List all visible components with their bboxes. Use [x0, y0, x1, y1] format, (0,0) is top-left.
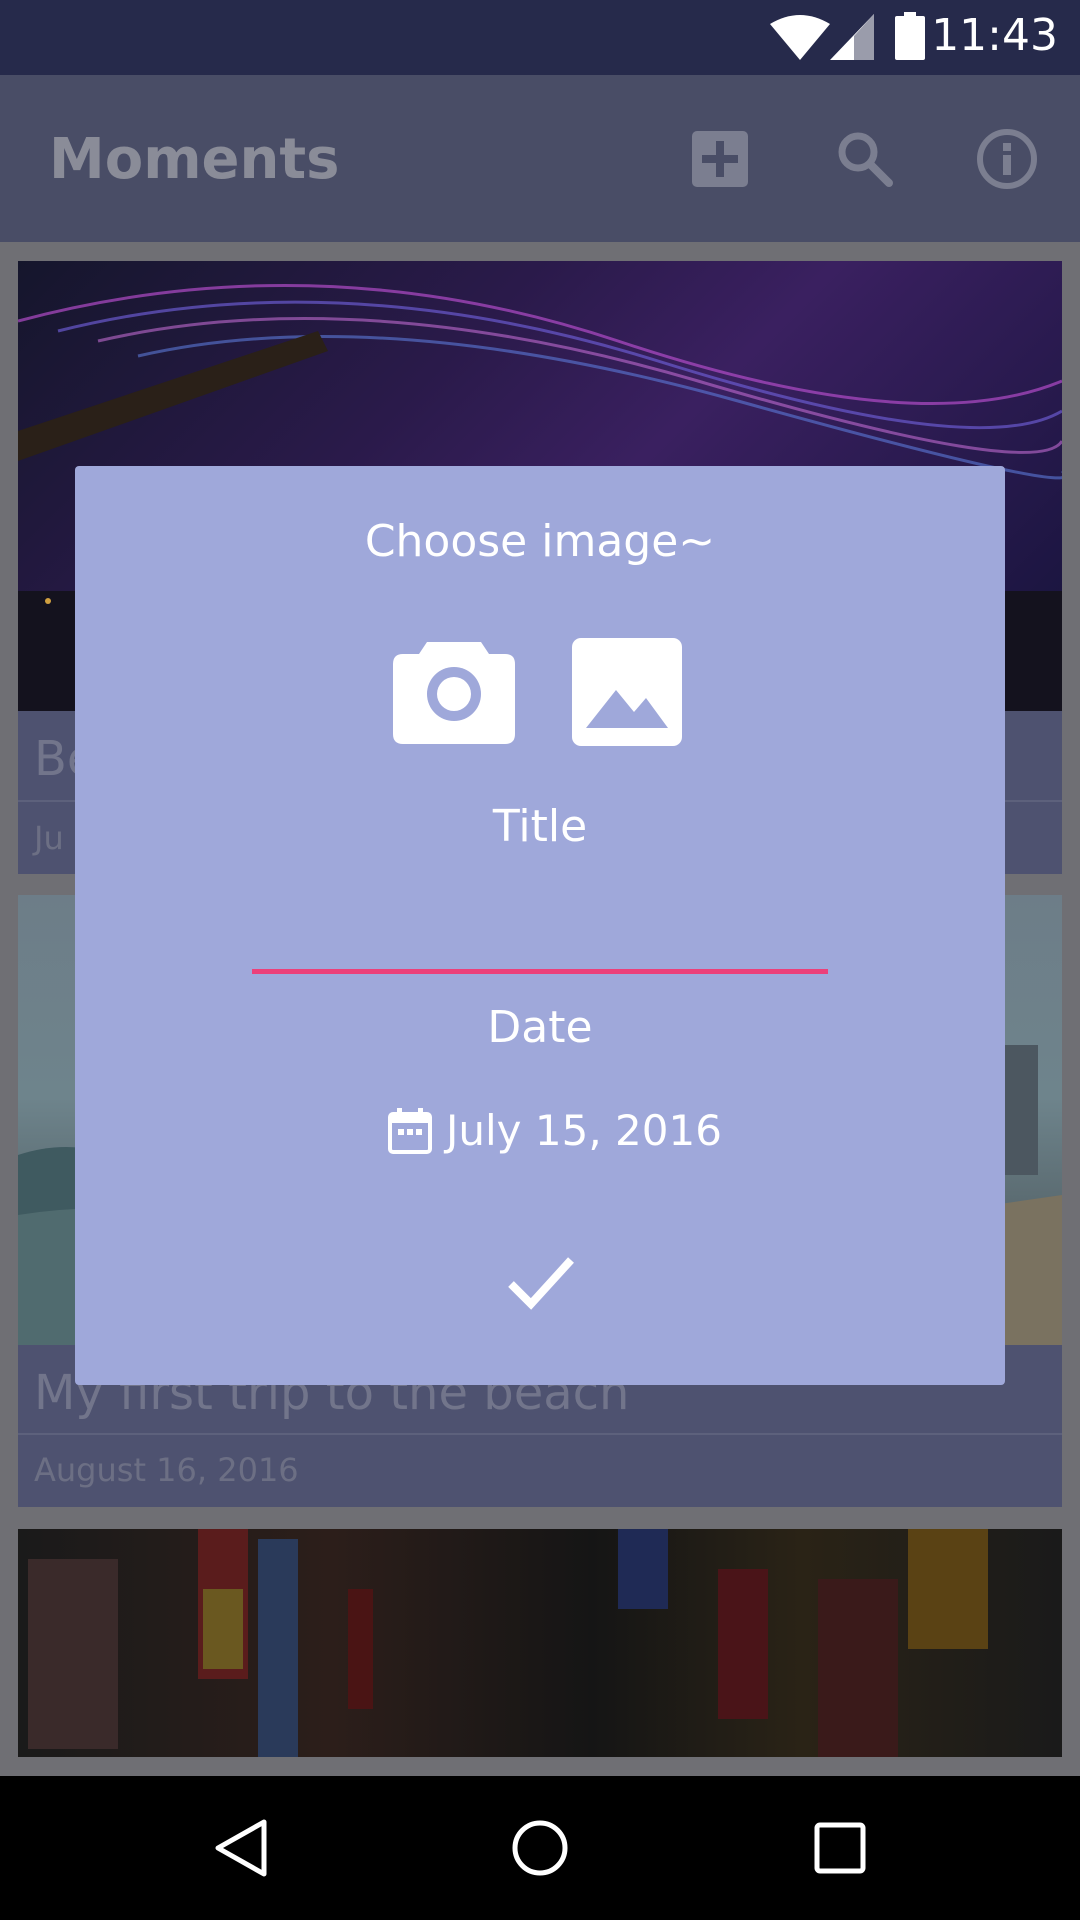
check-icon[interactable]: [501, 1246, 581, 1316]
status-bar: 11:43: [0, 0, 1080, 75]
info-icon[interactable]: [975, 127, 1039, 191]
image-icon[interactable]: [572, 638, 682, 746]
status-clock: 11:43: [931, 10, 1058, 61]
new-moment-dialog: Choose image~ Title Date July 15, 2016: [75, 466, 1005, 1385]
search-icon[interactable]: [833, 127, 897, 191]
moment-card[interactable]: [18, 1529, 1062, 1757]
date-label: Date: [487, 1002, 593, 1053]
card-date: August 16, 2016: [34, 1451, 299, 1489]
dialog-heading: Choose image~: [364, 516, 716, 567]
card-date: Ju: [34, 819, 64, 857]
camera-icon[interactable]: [393, 634, 515, 744]
wifi-icon: [770, 15, 830, 60]
navigation-bar: [0, 1776, 1080, 1920]
app-bar: Moments: [0, 75, 1080, 242]
moment-image: [18, 1529, 1062, 1757]
signal-icon: [830, 14, 874, 60]
add-box-icon[interactable]: [688, 127, 752, 191]
title-input[interactable]: [252, 896, 832, 958]
title-input-underline: [252, 969, 828, 974]
recents-icon[interactable]: [808, 1816, 872, 1880]
battery-icon: [895, 12, 925, 60]
date-value: July 15, 2016: [446, 1106, 722, 1155]
calendar-icon: [388, 1108, 432, 1154]
card-divider: [18, 1433, 1062, 1435]
title-label: Title: [492, 801, 588, 852]
home-icon[interactable]: [508, 1816, 572, 1880]
app-title: Moments: [49, 127, 340, 192]
back-icon[interactable]: [210, 1816, 274, 1880]
